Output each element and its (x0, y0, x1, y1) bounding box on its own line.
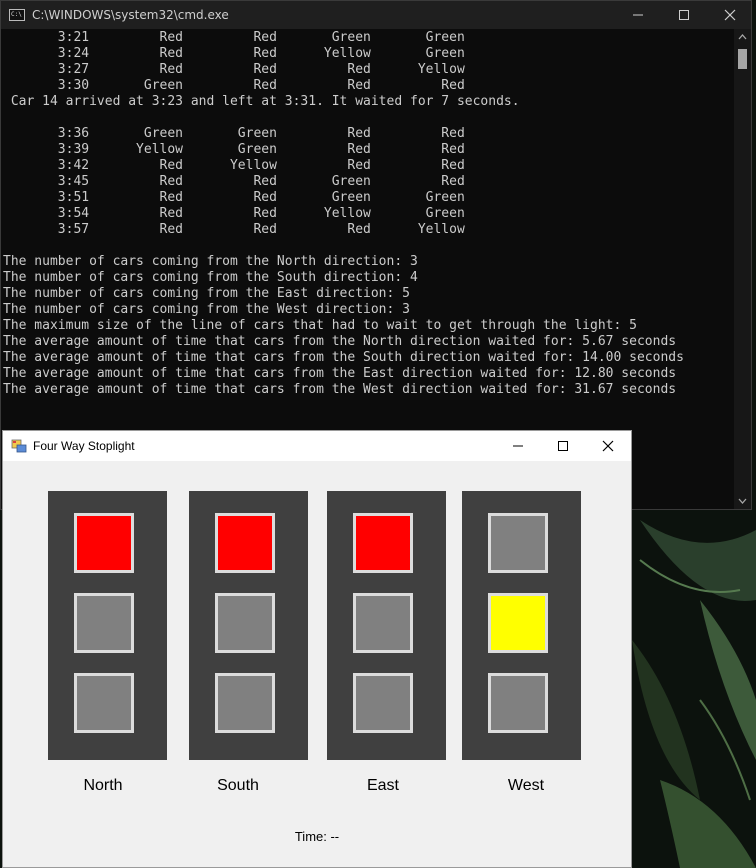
west-traffic-light (462, 491, 581, 760)
console-output: 3:21 Red Red Green Green 3:24 Red Red Ye… (3, 30, 684, 397)
close-icon (602, 440, 614, 452)
north-traffic-light (48, 491, 167, 760)
north-green-lamp (74, 673, 134, 733)
east-red-lamp (353, 513, 413, 573)
south-yellow-lamp (215, 593, 275, 653)
stoplight-close-button[interactable] (585, 431, 631, 461)
west-red-lamp (488, 513, 548, 573)
stoplight-minimize-button[interactable] (495, 431, 541, 461)
west-green-lamp (488, 673, 548, 733)
south-traffic-light (189, 491, 308, 760)
maximize-button[interactable] (661, 1, 707, 29)
north-label: North (83, 777, 123, 794)
scroll-thumb[interactable] (738, 49, 747, 69)
console-scrollbar[interactable] (734, 29, 751, 509)
west-yellow-lamp (488, 593, 548, 653)
close-icon (724, 9, 736, 21)
east-label: East (366, 777, 399, 794)
console-app-icon: C:\ (9, 9, 25, 21)
scroll-down-button[interactable] (734, 493, 751, 509)
north-red-lamp (74, 513, 134, 573)
stoplight-window: Four Way Stoplight North South East West… (2, 430, 632, 868)
south-green-lamp (215, 673, 275, 733)
west-label: West (507, 777, 545, 794)
minimize-icon (513, 445, 523, 447)
south-red-lamp (215, 513, 275, 573)
north-yellow-lamp (74, 593, 134, 653)
chevron-up-icon (738, 34, 747, 40)
east-green-lamp (353, 673, 413, 733)
maximize-icon (558, 441, 568, 451)
south-label: South (217, 777, 259, 794)
close-button[interactable] (707, 1, 753, 29)
minimize-icon (633, 14, 643, 16)
chevron-down-icon (738, 498, 747, 504)
time-label: Time: -- (294, 829, 340, 844)
minimize-button[interactable] (615, 1, 661, 29)
east-traffic-light (327, 491, 446, 760)
form-app-icon (11, 439, 27, 453)
east-yellow-lamp (353, 593, 413, 653)
maximize-icon (679, 10, 689, 20)
stoplight-maximize-button[interactable] (540, 431, 586, 461)
stoplight-title: Four Way Stoplight (33, 439, 135, 453)
scroll-up-button[interactable] (734, 29, 751, 45)
console-title: C:\WINDOWS\system32\cmd.exe (32, 8, 229, 22)
